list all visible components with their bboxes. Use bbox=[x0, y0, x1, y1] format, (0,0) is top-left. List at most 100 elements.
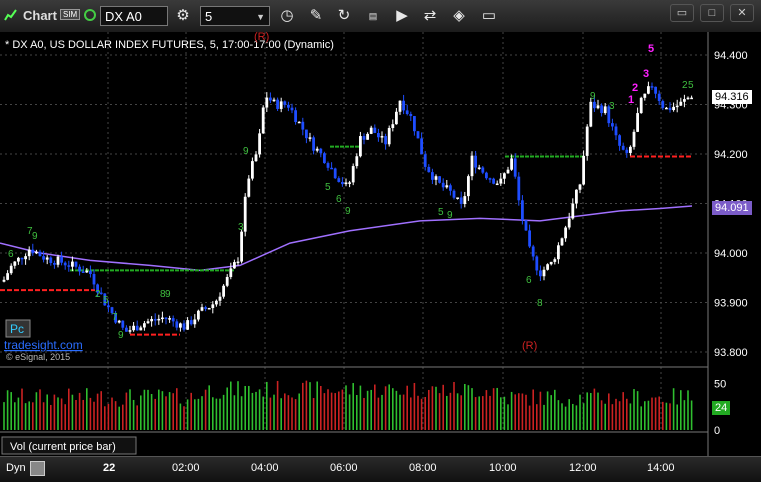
candle-body bbox=[323, 153, 326, 164]
candle-body bbox=[445, 185, 449, 188]
candle-body bbox=[236, 261, 240, 264]
time-tick-label: 02:00 bbox=[172, 462, 200, 474]
candle-body bbox=[416, 131, 420, 139]
candle-body bbox=[146, 321, 150, 324]
candle-body bbox=[596, 105, 600, 109]
time-tick-label: 04:00 bbox=[251, 462, 279, 474]
refresh-icon[interactable]: ↻ bbox=[333, 5, 355, 27]
candle-body bbox=[427, 166, 431, 173]
day-label[interactable]: Dyn bbox=[6, 462, 26, 474]
candle-body bbox=[197, 310, 200, 320]
current-price-badge: 94.316 bbox=[712, 90, 752, 104]
lock-icon[interactable] bbox=[30, 461, 45, 476]
candle-body bbox=[132, 325, 135, 331]
restore-button[interactable]: ▭ bbox=[670, 4, 694, 22]
candle-body bbox=[85, 270, 89, 273]
setup-count: 9 bbox=[243, 146, 249, 157]
site-link[interactable]: tradesight.com bbox=[4, 338, 83, 352]
candle-body bbox=[668, 107, 672, 111]
maximize-button[interactable]: □ bbox=[700, 4, 724, 22]
candle-body bbox=[294, 110, 297, 122]
candle-body bbox=[528, 230, 531, 247]
pencil-icon[interactable]: ✎ bbox=[305, 5, 327, 27]
candle-body bbox=[341, 181, 344, 185]
time-tick-label: 22 bbox=[103, 462, 116, 474]
time-axis-bar: Dyn 22 02:00 04:00 06:00 08:00 10:00 12:00 14:0… bbox=[0, 456, 761, 482]
candle-body bbox=[398, 100, 402, 112]
candle-body bbox=[229, 268, 233, 277]
candle-body bbox=[6, 273, 9, 280]
candle-body bbox=[247, 178, 251, 197]
sync-icon[interactable]: ⇄ bbox=[419, 5, 441, 27]
symbol-value: DX A0 bbox=[105, 9, 142, 24]
candle-body bbox=[373, 127, 377, 134]
candle-body bbox=[258, 133, 261, 155]
candle-body bbox=[215, 300, 218, 305]
candle-body bbox=[503, 173, 506, 179]
chart-title: * DX A0, US DOLLAR INDEX FUTURES, 5, 17:… bbox=[5, 39, 334, 51]
candle-body bbox=[600, 105, 603, 114]
time-tick-label: 08:00 bbox=[409, 462, 437, 474]
setup-count: 6 bbox=[336, 194, 342, 205]
candle-body bbox=[92, 274, 96, 285]
setup-count: 7 bbox=[112, 312, 118, 323]
play-icon[interactable]: ▶ bbox=[391, 5, 413, 27]
setup-count: 2 bbox=[95, 289, 101, 300]
candle-body bbox=[578, 184, 582, 190]
candle-body bbox=[585, 126, 589, 156]
candle-body bbox=[74, 261, 78, 267]
candle-body bbox=[452, 190, 456, 198]
interval-select[interactable]: 5 ▼ bbox=[200, 6, 270, 26]
candle-body bbox=[438, 176, 441, 183]
copyright: © eSignal, 2015 bbox=[6, 352, 70, 362]
chevron-down-icon: ▼ bbox=[256, 12, 265, 22]
candle-body bbox=[27, 249, 31, 257]
candle-body bbox=[297, 121, 301, 124]
candle-body bbox=[521, 200, 524, 221]
candle-body bbox=[53, 262, 56, 265]
link-icon[interactable] bbox=[84, 9, 96, 21]
candle-body bbox=[423, 154, 427, 167]
candle-body bbox=[459, 197, 463, 205]
signal-count: 3 bbox=[643, 68, 649, 80]
candle-body bbox=[315, 148, 319, 151]
clock-icon[interactable]: ◷ bbox=[276, 5, 298, 27]
gear-icon[interactable]: ⚙ bbox=[172, 5, 194, 27]
candle-body bbox=[575, 189, 578, 204]
candle-body bbox=[60, 256, 63, 263]
candle-body bbox=[611, 123, 614, 127]
sim-badge[interactable]: SIM bbox=[60, 9, 81, 20]
candle-body bbox=[207, 308, 211, 310]
candle-body bbox=[679, 101, 683, 106]
chart-icon bbox=[4, 8, 18, 22]
volume-current-badge: 24 bbox=[712, 401, 731, 415]
tag-icon[interactable]: ◈ bbox=[448, 5, 470, 27]
candle-body bbox=[17, 257, 20, 262]
candle-body bbox=[89, 270, 92, 275]
candle-body bbox=[301, 121, 305, 130]
candle-body bbox=[38, 251, 42, 257]
candle-body bbox=[470, 155, 474, 177]
candle-body bbox=[535, 256, 539, 271]
candle-body bbox=[243, 196, 247, 232]
r-marker-bottom: (R) bbox=[522, 340, 537, 352]
time-tick-label: 12:00 bbox=[569, 462, 597, 474]
symbol-input[interactable]: DX A0 bbox=[100, 6, 168, 26]
chart-canvas[interactable]: 67 925798 993569 5 968932 51235 94.40094.3009… bbox=[0, 32, 761, 456]
candle-body bbox=[369, 127, 373, 134]
candle-body bbox=[265, 97, 269, 108]
candle-body bbox=[31, 249, 35, 254]
candle-body bbox=[420, 138, 423, 155]
candle-body bbox=[683, 99, 686, 102]
candle-body bbox=[204, 307, 207, 309]
candle-body bbox=[333, 168, 337, 179]
candle-body bbox=[308, 137, 312, 139]
candle-body bbox=[128, 330, 132, 332]
get-icon[interactable]: ▤ bbox=[362, 5, 384, 27]
close-button[interactable]: ✕ bbox=[730, 4, 754, 22]
candle-body bbox=[67, 265, 71, 267]
candle-body bbox=[549, 261, 553, 265]
candle-body bbox=[384, 136, 387, 145]
note-icon[interactable]: ▭ bbox=[478, 5, 500, 27]
setup-count: 8 bbox=[537, 298, 543, 309]
